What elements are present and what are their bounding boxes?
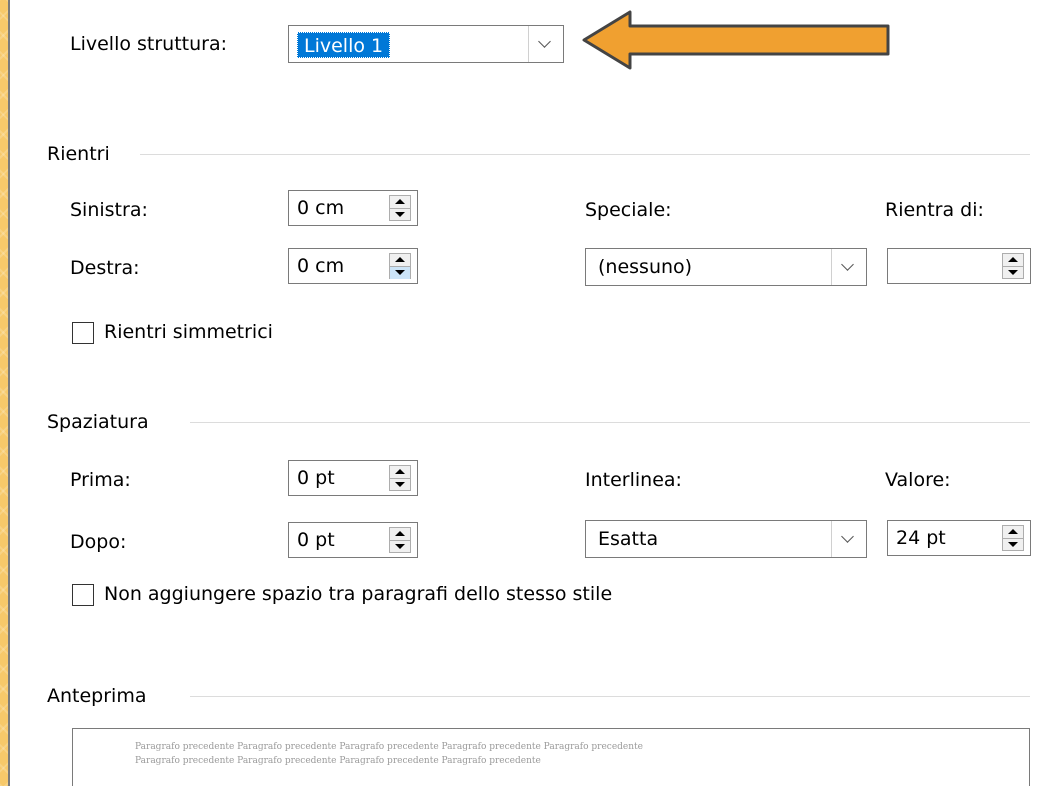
special-combo[interactable]: (nessuno) [585,248,867,286]
spin-buttons[interactable] [389,253,411,279]
divider [190,696,1030,697]
dont-add-space-label[interactable]: Non aggiungere spazio tra paragrafi dell… [104,582,612,606]
mirror-indents-label[interactable]: Rientri simmetrici [104,320,273,344]
spacing-after-label: Dopo: [70,531,127,553]
indent-right-spinner[interactable]: 0 cm [288,248,418,284]
indent-left-label: Sinistra: [70,199,148,221]
chevron-down-icon[interactable] [528,26,563,62]
spacing-before-label: Prima: [70,469,131,491]
spacing-before-value: 0 pt [297,467,335,489]
line-value-label: Valore: [885,469,951,491]
spin-down-icon[interactable] [390,208,410,221]
line-spacing-label: Interlinea: [585,469,682,491]
paragraph-dialog: Livello struttura: Livello 1 Rientri Sin… [8,0,1056,786]
spacing-after-spinner[interactable]: 0 pt [288,522,418,558]
spin-buttons[interactable] [1002,253,1024,279]
spin-up-icon[interactable] [390,528,410,540]
spacing-before-spinner[interactable]: 0 pt [288,460,418,496]
spacing-after-value: 0 pt [297,529,335,551]
spin-up-icon[interactable] [390,466,410,478]
section-title-indent: Rientri [47,143,110,165]
chevron-down-icon[interactable] [831,249,866,285]
section-title-spacing: Spaziatura [47,411,149,433]
spin-buttons[interactable] [389,195,411,221]
preview-line: Paragrafo precedente Paragrafo precedent… [135,742,643,752]
spin-up-icon[interactable] [390,196,410,208]
indent-right-label: Destra: [70,257,140,279]
spin-buttons[interactable] [389,465,411,491]
preview-box: Paragrafo precedente Paragrafo precedent… [72,728,1030,786]
outline-level-label: Livello struttura: [70,33,228,55]
orange-arrow-icon [582,10,890,70]
divider [190,422,1030,423]
divider [140,154,1030,155]
spin-down-icon[interactable] [390,266,410,279]
special-value: (nessuno) [598,256,693,278]
indent-left-spinner[interactable]: 0 cm [288,190,418,226]
mirror-indents-checkbox[interactable] [72,322,94,344]
spin-buttons[interactable] [1002,525,1024,551]
spin-down-icon[interactable] [390,478,410,491]
line-spacing-combo[interactable]: Esatta [585,520,867,558]
spin-down-icon[interactable] [1003,266,1023,279]
outline-level-combo[interactable]: Livello 1 [288,25,564,63]
special-label: Speciale: [585,199,672,221]
spin-up-icon[interactable] [1003,254,1023,266]
spin-up-icon[interactable] [390,254,410,266]
line-value-spinner[interactable]: 24 pt [887,520,1031,556]
dont-add-space-checkbox[interactable] [72,584,94,606]
preview-line: Paragrafo precedente Paragrafo precedent… [135,756,541,766]
outline-level-value: Livello 1 [297,32,391,58]
spin-buttons[interactable] [389,527,411,553]
indent-by-label: Rientra di: [885,199,984,221]
line-spacing-value: Esatta [598,528,659,550]
line-value-value: 24 pt [896,527,946,549]
chevron-down-icon[interactable] [831,521,866,557]
indent-by-spinner[interactable] [887,248,1031,284]
indent-right-value: 0 cm [297,255,345,277]
spin-down-icon[interactable] [1003,538,1023,551]
indent-left-value: 0 cm [297,197,345,219]
section-title-preview: Anteprima [47,685,147,707]
spin-down-icon[interactable] [390,540,410,553]
spin-up-icon[interactable] [1003,526,1023,538]
